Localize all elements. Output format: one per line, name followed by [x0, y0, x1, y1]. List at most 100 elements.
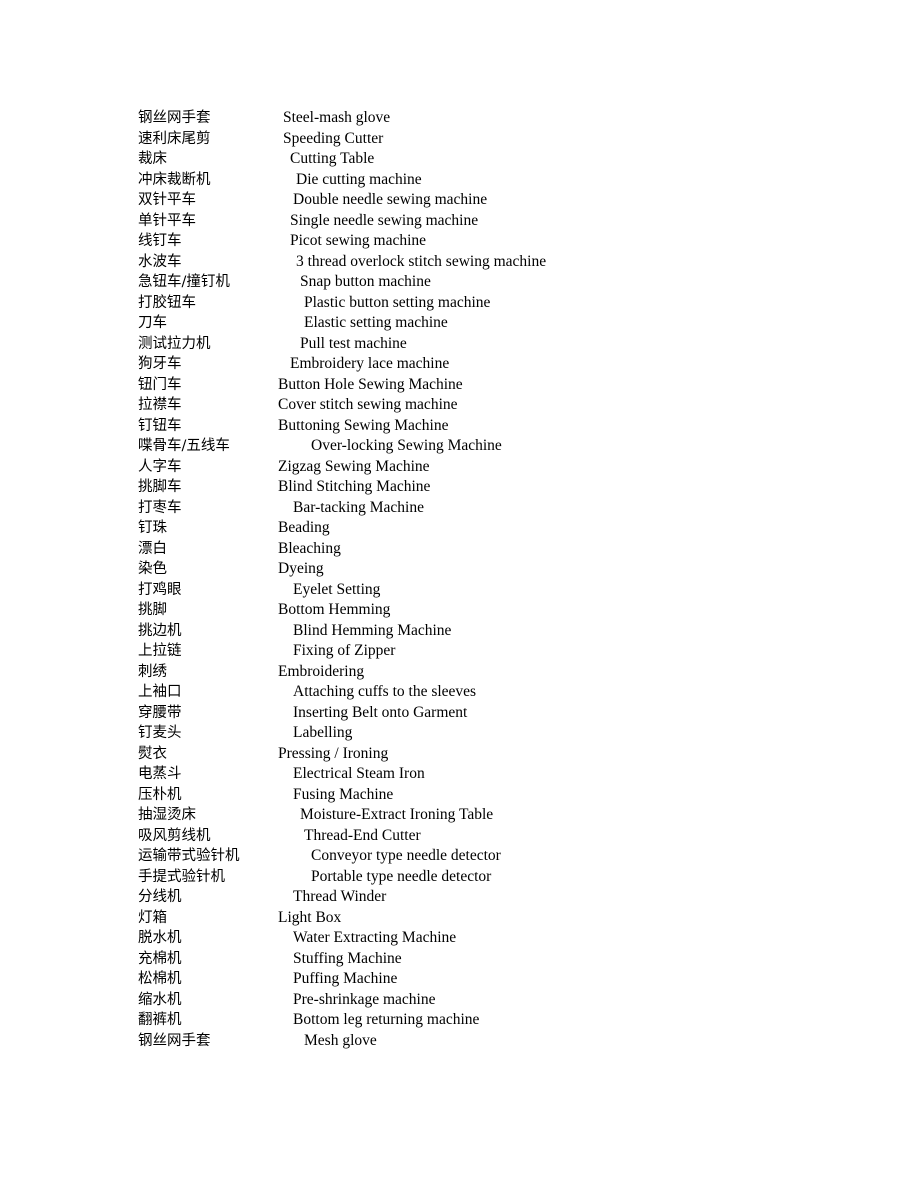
glossary-row: 挑脚 Bottom Hemming [138, 600, 878, 621]
term-english: Blind Hemming Machine [293, 621, 452, 639]
term-english: Puffing Machine [293, 970, 398, 987]
term-chinese: 上袖口 [138, 684, 182, 700]
term-english: Fusing Machine [293, 785, 394, 803]
term-english: Portable type needle detector [311, 867, 492, 885]
term-chinese: 上拉链 [138, 643, 182, 659]
term-chinese: 灯箱 [138, 909, 167, 926]
term-english: Inserting Belt onto Garment [293, 703, 468, 721]
glossary-row: 上拉链 Fixing of Zipper [138, 641, 878, 662]
glossary-row: 漂白 Bleaching [138, 539, 878, 560]
term-chinese: 钉珠 [138, 520, 167, 536]
term-chinese: 抽湿烫床 [138, 807, 196, 823]
glossary-row: 缩水机 Pre-shrinkage machine [138, 990, 878, 1011]
glossary-row: 挑脚车 Blind Stitching Machine [138, 477, 878, 498]
glossary-row: 冲床裁断机 Die cutting machine [138, 170, 878, 191]
term-chinese: 刀车 [138, 315, 167, 331]
term-chinese: 电蒸斗 [138, 766, 182, 782]
term-english: Cover stitch sewing machine [278, 396, 458, 413]
term-chinese: 手提式验针机 [138, 868, 225, 885]
term-english: Zigzag Sewing Machine [278, 457, 430, 475]
term-english: Labelling [293, 724, 353, 741]
glossary-row: 双针平车 Double needle sewing machine [138, 190, 878, 211]
term-english: Buttoning Sewing Machine [278, 416, 449, 434]
term-english: Fixing of Zipper [293, 642, 396, 659]
term-english: Steel-mash glove [283, 109, 391, 126]
glossary-row: 穿腰带 Inserting Belt onto Garment [138, 703, 878, 724]
term-chinese: 挑脚 [138, 602, 167, 618]
term-chinese: 钮门车 [138, 376, 182, 393]
term-chinese: 裁床 [138, 151, 167, 167]
term-chinese: 脱水机 [138, 930, 182, 946]
glossary-row: 运输带式验针机 Conveyor type needle detector [138, 846, 878, 867]
glossary-row: 钢丝网手套 Mesh glove [138, 1031, 878, 1052]
term-english: Attaching cuffs to the sleeves [293, 683, 477, 700]
term-chinese: 漂白 [138, 540, 167, 557]
term-english: Double needle sewing machine [293, 191, 488, 208]
term-english: Elastic setting machine [304, 314, 448, 331]
glossary-row: 线钉车 Picot sewing machine [138, 231, 878, 252]
term-chinese: 穿腰带 [138, 704, 182, 721]
term-chinese: 吸风剪线机 [138, 827, 211, 844]
term-chinese: 缩水机 [138, 991, 182, 1008]
term-chinese: 运输带式验针机 [138, 848, 240, 864]
glossary-row: 染色 Dyeing [138, 559, 878, 580]
term-chinese: 挑脚车 [138, 479, 182, 495]
term-chinese: 测试拉力机 [138, 335, 211, 352]
glossary-row: 速利床尾剪 Speeding Cutter [138, 129, 878, 150]
term-english: Single needle sewing machine [290, 211, 479, 229]
glossary-row: 刀车 Elastic setting machine [138, 313, 878, 334]
glossary-row: 分线机 Thread Winder [138, 887, 878, 908]
glossary-row: 单针平车 Single needle sewing machine [138, 211, 878, 232]
glossary-row: 压朴机 Fusing Machine [138, 785, 878, 806]
term-english: Pre-shrinkage machine [293, 990, 436, 1008]
glossary-row: 喋骨车/五线车 Over-locking Sewing Machine [138, 436, 878, 457]
term-chinese: 喋骨车/五线车 [138, 438, 230, 454]
term-english: Blind Stitching Machine [278, 478, 431, 495]
term-english: Dyeing [278, 560, 324, 577]
term-chinese: 钢丝网手套 [138, 1032, 211, 1049]
glossary-row: 拉襟车 Cover stitch sewing machine [138, 395, 878, 416]
glossary-row: 急钮车/撞钉机 Snap button machine [138, 272, 878, 293]
term-english: Bar-tacking Machine [293, 498, 424, 516]
term-english: Beading [278, 519, 330, 536]
term-english: Die cutting machine [296, 170, 422, 188]
glossary-row: 打鸡眼 Eyelet Setting [138, 580, 878, 601]
term-english: Picot sewing machine [290, 232, 427, 249]
term-chinese: 狗牙车 [138, 356, 182, 372]
glossary-row: 上袖口 Attaching cuffs to the sleeves [138, 682, 878, 703]
term-chinese: 人字车 [138, 458, 182, 475]
term-chinese: 熨衣 [138, 745, 167, 762]
glossary-row: 钉珠 Beading [138, 518, 878, 539]
glossary-row: 手提式验针机 Portable type needle detector [138, 867, 878, 888]
glossary-row: 钢丝网手套 Steel-mash glove [138, 108, 878, 129]
term-english: Light Box [278, 908, 342, 926]
term-english: Bottom leg returning machine [293, 1011, 480, 1028]
glossary-row: 挑边机 Blind Hemming Machine [138, 621, 878, 642]
term-chinese: 翻裤机 [138, 1012, 182, 1028]
glossary-row: 抽湿烫床 Moisture-Extract Ironing Table [138, 805, 878, 826]
glossary-list: 钢丝网手套 Steel-mash glove 速利床尾剪 Speeding Cutte… [138, 108, 878, 1051]
glossary-row: 裁床 Cutting Table [138, 149, 878, 170]
term-chinese: 刺绣 [138, 663, 167, 680]
term-chinese: 冲床裁断机 [138, 171, 211, 188]
term-english: Plastic button setting machine [304, 293, 491, 311]
term-english: Thread-End Cutter [304, 826, 421, 844]
term-english: Mesh glove [304, 1031, 377, 1049]
term-chinese: 松棉机 [138, 971, 182, 987]
term-english: Eyelet Setting [293, 580, 381, 598]
glossary-row: 人字车 Zigzag Sewing Machine [138, 457, 878, 478]
term-chinese: 钉钮车 [138, 417, 182, 434]
term-chinese: 染色 [138, 561, 167, 577]
term-english: Embroidery lace machine [290, 355, 450, 372]
glossary-row: 刺绣 Embroidering [138, 662, 878, 683]
term-chinese: 分线机 [138, 889, 182, 905]
term-english: Button Hole Sewing Machine [278, 375, 463, 393]
glossary-row: 测试拉力机 Pull test machine [138, 334, 878, 355]
glossary-row: 吸风剪线机 Thread-End Cutter [138, 826, 878, 847]
term-english: Stuffing Machine [293, 949, 402, 967]
term-chinese: 速利床尾剪 [138, 130, 211, 147]
term-chinese: 急钮车/撞钉机 [138, 274, 230, 290]
glossary-row: 水波车 3 thread overlock stitch sewing machi… [138, 252, 878, 273]
term-english: Moisture-Extract Ironing Table [300, 806, 494, 823]
term-english: 3 thread overlock stitch sewing machine [296, 252, 547, 270]
